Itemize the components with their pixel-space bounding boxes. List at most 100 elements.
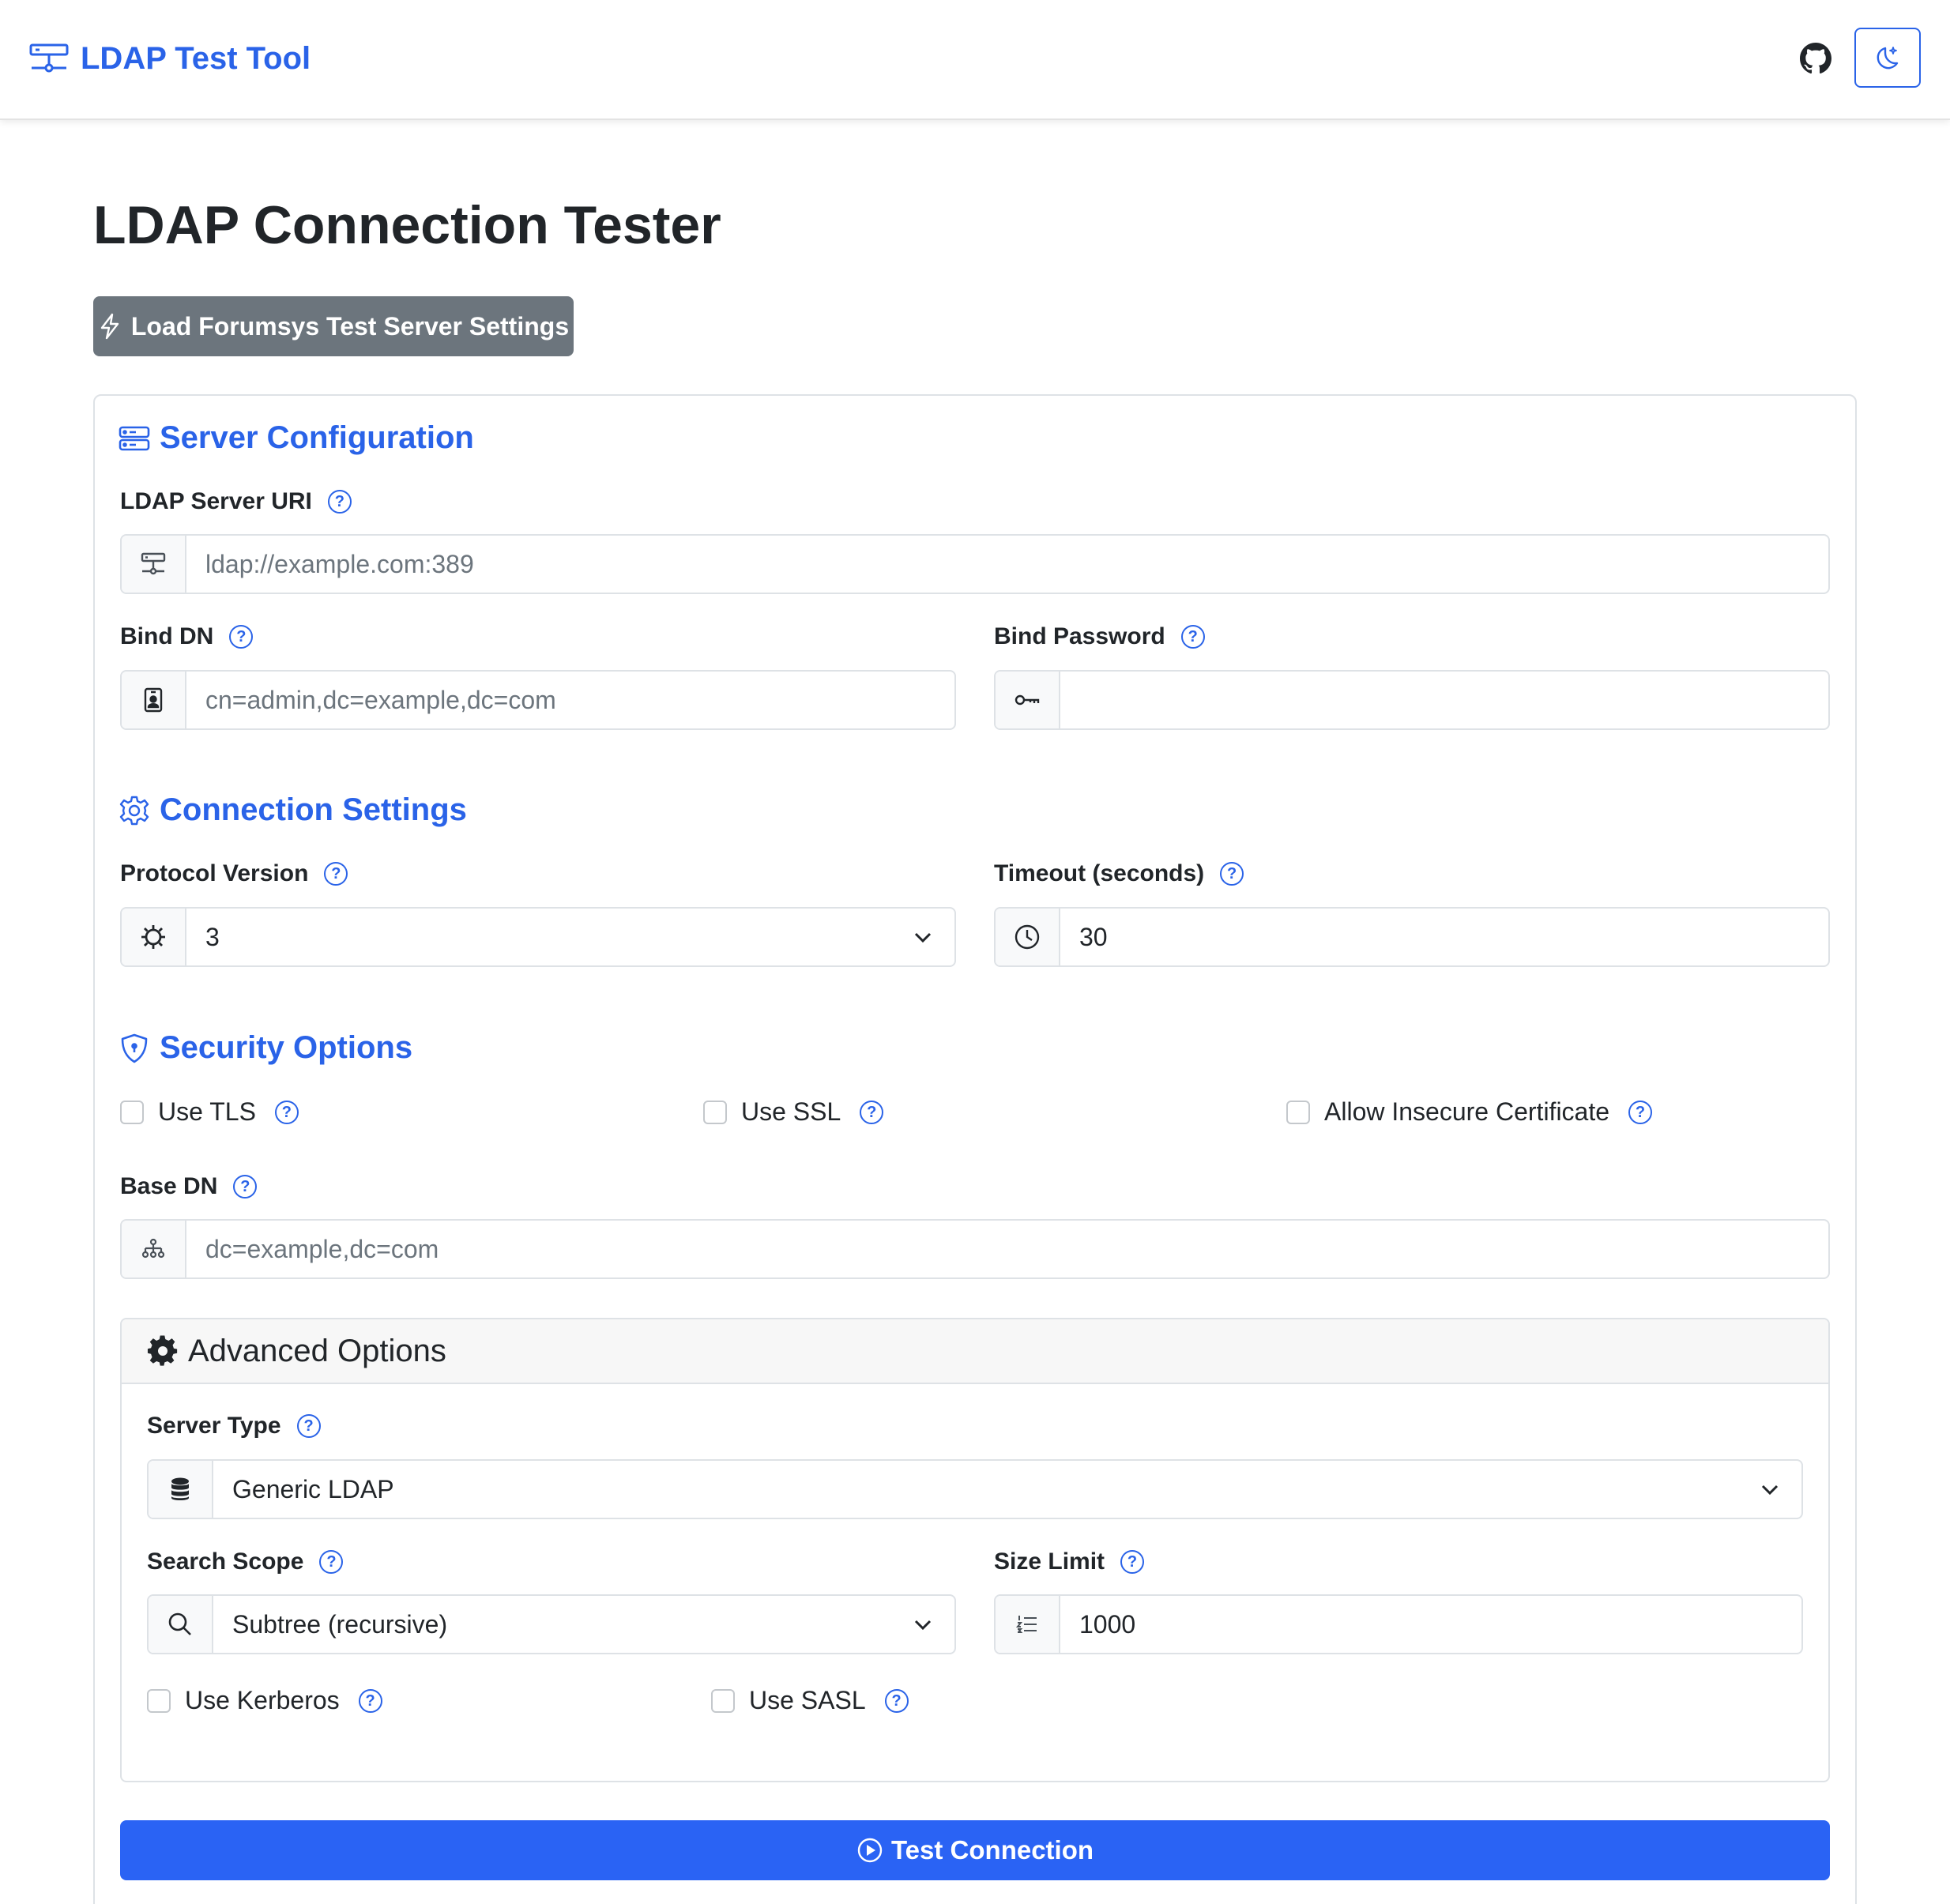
github-icon[interactable] — [1800, 43, 1831, 74]
protocol-select-value: 3 — [205, 922, 220, 951]
bind-dn-label: Bind DN ? — [120, 623, 254, 650]
advanced-options-header[interactable]: Advanced Options — [122, 1319, 1828, 1384]
chevron-down-icon — [1738, 1461, 1801, 1518]
timeout-addon — [996, 909, 1060, 965]
test-connection-label: Test Connection — [890, 1835, 1094, 1864]
timeout-label: Timeout (seconds) ? — [994, 860, 1244, 887]
load-button-label: Load Forumsys Test Server Settings — [130, 311, 570, 341]
checkbox-box[interactable] — [711, 1688, 735, 1713]
use-sasl-label: Use SASL — [749, 1686, 866, 1714]
search-scope-select-value: Subtree (recursive) — [232, 1609, 448, 1639]
bind-dn-addon — [122, 672, 186, 728]
server-network-icon — [141, 552, 166, 575]
base-dn-addon — [122, 1221, 186, 1277]
help-icon[interactable]: ? — [327, 490, 352, 514]
help-icon[interactable]: ? — [296, 1414, 321, 1438]
server-network-icon — [29, 43, 69, 73]
help-icon[interactable]: ? — [1220, 862, 1244, 886]
help-icon[interactable]: ? — [884, 1688, 909, 1713]
advanced-options-title: Advanced Options — [188, 1333, 446, 1368]
search-scope-select[interactable]: Subtree (recursive) — [147, 1594, 956, 1654]
server-type-addon — [149, 1461, 213, 1518]
key-icon — [1015, 694, 1040, 706]
help-icon[interactable]: ? — [233, 1175, 258, 1198]
base-dn-input-group — [120, 1219, 1830, 1279]
bind-password-input[interactable] — [1060, 672, 1828, 728]
chevron-down-icon — [891, 1596, 954, 1653]
protocol-addon — [122, 909, 186, 965]
size-limit-input[interactable] — [1060, 1596, 1801, 1653]
use-ssl-checkbox[interactable]: Use SSL ? — [703, 1097, 884, 1127]
page-title: LDAP Connection Tester — [93, 195, 721, 255]
checkbox-box[interactable] — [120, 1100, 144, 1124]
checkbox-box[interactable] — [147, 1688, 171, 1713]
brand-link[interactable]: LDAP Test Tool — [28, 35, 311, 82]
search-scope-label: Search Scope ? — [147, 1548, 344, 1575]
server-type-label-text: Server Type — [147, 1413, 281, 1439]
use-sasl-checkbox[interactable]: Use SASL ? — [711, 1686, 909, 1715]
server-type-select[interactable]: Generic LDAP — [147, 1459, 1803, 1519]
help-icon[interactable]: ? — [324, 862, 348, 886]
bind-dn-input-group — [120, 670, 956, 730]
help-icon[interactable]: ? — [1120, 1550, 1145, 1574]
checkbox-box[interactable] — [703, 1100, 727, 1124]
section-security-options: Security Options — [119, 1030, 412, 1066]
help-icon[interactable]: ? — [274, 1100, 299, 1124]
diagram-tree-icon — [141, 1238, 165, 1259]
size-limit-addon — [996, 1596, 1060, 1653]
lightning-icon — [100, 313, 119, 340]
protocol-label: Protocol Version ? — [120, 860, 348, 887]
clock-icon — [1015, 924, 1040, 950]
bind-dn-input[interactable] — [186, 672, 954, 728]
chevron-down-icon — [891, 909, 954, 965]
uri-label-text: LDAP Server URI — [120, 488, 312, 514]
moon-stars-icon — [1877, 47, 1899, 70]
uri-input-group — [120, 534, 1830, 594]
use-kerberos-label: Use Kerberos — [185, 1686, 340, 1714]
bind-password-addon — [996, 672, 1060, 728]
uri-label: LDAP Server URI ? — [120, 488, 352, 515]
section-connection-settings: Connection Settings — [119, 792, 467, 828]
help-icon[interactable]: ? — [319, 1550, 344, 1574]
checkbox-box[interactable] — [1286, 1100, 1310, 1124]
allow-insecure-checkbox[interactable]: Allow Insecure Certificate ? — [1286, 1097, 1653, 1127]
theme-toggle-button[interactable] — [1854, 28, 1921, 88]
bind-dn-label-text: Bind DN — [120, 623, 214, 649]
server-type-select-value: Generic LDAP — [232, 1474, 394, 1503]
search-icon — [168, 1612, 191, 1635]
bind-password-label-text: Bind Password — [994, 623, 1165, 649]
size-limit-label: Size Limit ? — [994, 1548, 1145, 1575]
help-icon[interactable]: ? — [860, 1100, 884, 1124]
use-ssl-label: Use SSL — [741, 1097, 841, 1126]
section-title-text: Security Options — [160, 1030, 413, 1065]
test-connection-button[interactable]: Test Connection — [120, 1820, 1830, 1880]
use-kerberos-checkbox[interactable]: Use Kerberos ? — [147, 1686, 382, 1715]
use-tls-label: Use TLS — [158, 1097, 256, 1126]
load-test-server-button[interactable]: Load Forumsys Test Server Settings — [93, 296, 574, 356]
play-circle-icon — [857, 1838, 883, 1863]
uri-addon — [122, 536, 186, 593]
gear-icon — [119, 796, 149, 825]
server-icon — [119, 426, 150, 450]
brand-text: LDAP Test Tool — [81, 40, 311, 76]
bind-password-label: Bind Password ? — [994, 623, 1205, 650]
uri-input[interactable] — [186, 536, 1828, 593]
database-icon — [171, 1477, 189, 1500]
base-dn-label: Base DN ? — [120, 1173, 258, 1200]
timeout-input-group — [994, 907, 1830, 967]
person-badge-icon — [144, 687, 163, 713]
server-type-label: Server Type ? — [147, 1413, 321, 1439]
use-tls-checkbox[interactable]: Use TLS ? — [120, 1097, 299, 1127]
base-dn-input[interactable] — [186, 1221, 1828, 1277]
allow-insecure-label: Allow Insecure Certificate — [1324, 1097, 1610, 1126]
search-scope-addon — [149, 1596, 213, 1653]
section-server-configuration: Server Configuration — [119, 420, 474, 456]
help-icon[interactable]: ? — [229, 625, 254, 649]
timeout-input[interactable] — [1060, 909, 1828, 965]
help-icon[interactable]: ? — [1628, 1100, 1653, 1124]
help-icon[interactable]: ? — [1180, 625, 1205, 649]
protocol-select[interactable]: 3 — [120, 907, 956, 967]
help-icon[interactable]: ? — [358, 1688, 382, 1713]
gear-fill-icon — [147, 1335, 178, 1366]
search-scope-label-text: Search Scope — [147, 1548, 304, 1575]
